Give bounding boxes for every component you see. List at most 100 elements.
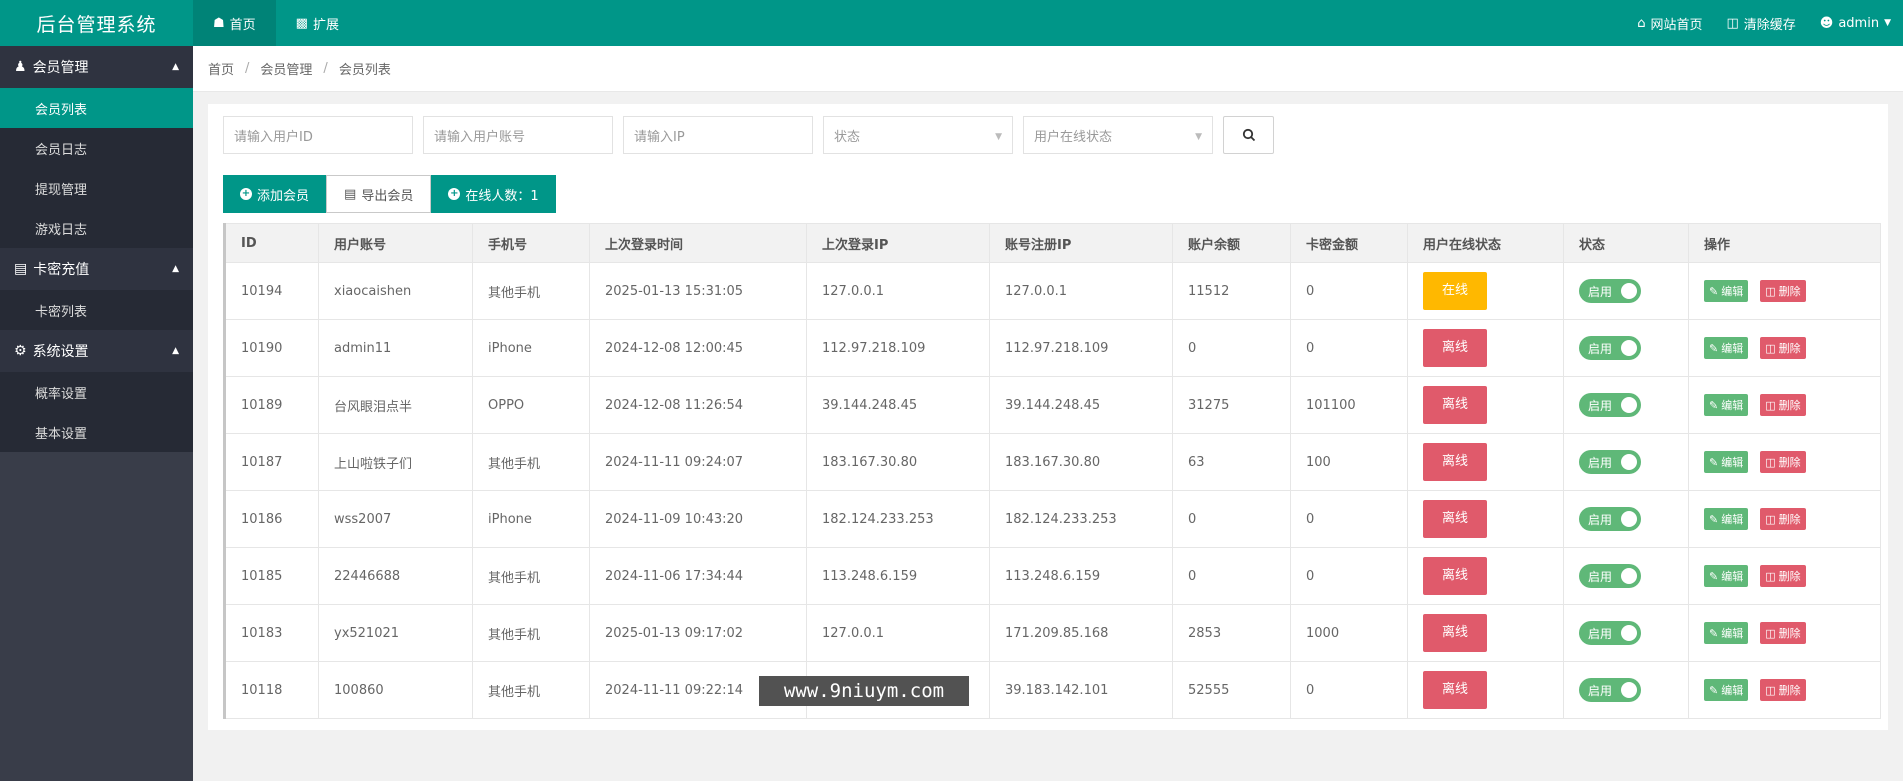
search-button[interactable] xyxy=(1223,116,1274,154)
edit-button[interactable]: ✎ 编辑 xyxy=(1704,622,1749,644)
cell-online-status: 离线 xyxy=(1407,433,1564,491)
account-input[interactable]: 请输入用户账号 xyxy=(423,116,613,154)
delete-label: 删除 xyxy=(1778,570,1801,583)
col-online-status[interactable]: 用户在线状态 xyxy=(1407,223,1564,263)
cell-last-login: 2025-01-13 15:31:05 xyxy=(589,262,807,320)
col-status[interactable]: 状态 xyxy=(1563,223,1689,263)
delete-button[interactable]: ◫ 删除 xyxy=(1760,337,1806,359)
delete-button[interactable]: ◫ 删除 xyxy=(1760,451,1806,473)
top-nav-extend[interactable]: ▩ 扩展 xyxy=(276,0,359,46)
edit-button[interactable]: ✎ 编辑 xyxy=(1704,394,1749,416)
online-status-button[interactable]: 离线 xyxy=(1423,557,1487,595)
user-id-input[interactable]: 请输入用户ID xyxy=(223,116,413,154)
cell-account: 100860 xyxy=(318,661,473,719)
sidebar-item-member-list[interactable]: 会员列表 xyxy=(0,88,193,128)
enable-toggle[interactable]: 启用 xyxy=(1579,621,1641,645)
sidebar-group-members[interactable]: ♟ 会员管理 ▲ xyxy=(0,46,193,88)
export-member-button[interactable]: ▤ 导出会员 xyxy=(326,175,432,213)
add-member-button[interactable]: + 添加会员 xyxy=(223,175,327,213)
cell-last-login: 2024-12-08 11:26:54 xyxy=(589,376,807,434)
delete-button[interactable]: ◫ 删除 xyxy=(1760,679,1806,701)
delete-button[interactable]: ◫ 删除 xyxy=(1760,508,1806,530)
enable-toggle[interactable]: 启用 xyxy=(1579,393,1641,417)
delete-button[interactable]: ◫ 删除 xyxy=(1760,280,1806,302)
delete-button[interactable]: ◫ 删除 xyxy=(1760,622,1806,644)
enable-toggle[interactable]: 启用 xyxy=(1579,336,1641,360)
enable-toggle[interactable]: 启用 xyxy=(1579,507,1641,531)
sidebar-item-probability[interactable]: 概率设置 xyxy=(0,372,193,412)
sidebar: ♟ 会员管理 ▲ 会员列表 会员日志 提现管理 游戏日志 ▤ 卡密充值 ▲ 卡密… xyxy=(0,46,193,781)
home-icon: ⌂ xyxy=(1637,15,1646,31)
col-balance[interactable]: 账户余额 xyxy=(1172,223,1291,263)
edit-button[interactable]: ✎ 编辑 xyxy=(1704,508,1749,530)
table-header-row: ID 用户账号 手机号 上次登录时间 上次登录IP 账号注册IP 账户余额 卡密… xyxy=(223,223,1881,263)
toggle-knob xyxy=(1621,454,1637,470)
sidebar-group-label: 卡密充值 xyxy=(33,262,90,278)
enable-toggle[interactable]: 启用 xyxy=(1579,279,1641,303)
cell-account: wss2007 xyxy=(318,490,473,548)
online-status-button[interactable]: 离线 xyxy=(1423,386,1487,424)
edit-label: 编辑 xyxy=(1721,285,1744,298)
top-nav-home[interactable]: ☗ 首页 xyxy=(193,0,276,46)
cell-last-ip: 127.0.0.1 xyxy=(806,604,990,662)
table-row: 10190 admin11 iPhone 2024-12-08 12:00:45 112… xyxy=(223,319,1881,377)
col-phone[interactable]: 手机号 xyxy=(472,223,590,263)
cell-balance: 63 xyxy=(1172,433,1291,491)
edit-label: 编辑 xyxy=(1721,627,1744,640)
enable-toggle[interactable]: 启用 xyxy=(1579,450,1641,474)
sidebar-item-game-log[interactable]: 游戏日志 xyxy=(0,208,193,248)
online-status-button[interactable]: 离线 xyxy=(1423,671,1487,709)
member-table: ID 用户账号 手机号 上次登录时间 上次登录IP 账号注册IP 账户余额 卡密… xyxy=(223,223,1881,719)
site-home-link[interactable]: ⌂ 网站首页 xyxy=(1625,0,1714,46)
sidebar-item-basic-settings[interactable]: 基本设置 xyxy=(0,412,193,452)
user-menu[interactable]: ☻ admin ▼ xyxy=(1808,0,1903,46)
trash-icon: ◫ xyxy=(1765,455,1776,469)
online-status-button[interactable]: 在线 xyxy=(1423,272,1487,310)
top-bar: 后台管理系统 ☗ 首页 ▩ 扩展 ⌂ 网站首页 ◫ 清除缓存 ☻ admin ▼ xyxy=(0,0,1903,46)
col-card-amount[interactable]: 卡密金额 xyxy=(1290,223,1408,263)
row-actions: ✎ 编辑 ◫ 删除 xyxy=(1704,679,1865,701)
delete-button[interactable]: ◫ 删除 xyxy=(1760,565,1806,587)
cell-card-amount: 0 xyxy=(1290,262,1408,320)
online-status-button[interactable]: 离线 xyxy=(1423,614,1487,652)
sidebar-item-card-list[interactable]: 卡密列表 xyxy=(0,290,193,330)
cell-last-ip: 127.0.0.1 xyxy=(806,262,990,320)
sidebar-item-member-log[interactable]: 会员日志 xyxy=(0,128,193,168)
enable-toggle[interactable]: 启用 xyxy=(1579,678,1641,702)
col-account[interactable]: 用户账号 xyxy=(318,223,473,263)
ip-input[interactable]: 请输入IP xyxy=(623,116,813,154)
cell-reg-ip: 127.0.0.1 xyxy=(989,262,1173,320)
edit-label: 编辑 xyxy=(1721,456,1744,469)
breadcrumb-home[interactable]: 首页 xyxy=(208,59,234,78)
filter-bar: 请输入用户ID 请输入用户账号 请输入IP 状态 ▼ 用户在线状态 ▼ xyxy=(223,116,1274,154)
sidebar-group-cards[interactable]: ▤ 卡密充值 ▲ xyxy=(0,248,193,290)
online-count-button[interactable]: + 在线人数：1 xyxy=(431,175,556,213)
col-operations: 操作 xyxy=(1688,223,1881,263)
sidebar-item-withdraw[interactable]: 提现管理 xyxy=(0,168,193,208)
online-status-select[interactable]: 用户在线状态 ▼ xyxy=(1023,116,1213,154)
breadcrumb-members[interactable]: 会员管理 xyxy=(260,59,312,78)
col-last-ip[interactable]: 上次登录IP xyxy=(806,223,990,263)
clear-cache-label: 清除缓存 xyxy=(1743,17,1796,33)
edit-button[interactable]: ✎ 编辑 xyxy=(1704,337,1749,359)
sidebar-group-settings[interactable]: ⚙ 系统设置 ▲ xyxy=(0,330,193,372)
clear-cache-link[interactable]: ◫ 清除缓存 xyxy=(1714,0,1807,46)
col-last-login[interactable]: 上次登录时间 xyxy=(589,223,807,263)
online-status-button[interactable]: 离线 xyxy=(1423,500,1487,538)
edit-button[interactable]: ✎ 编辑 xyxy=(1704,565,1749,587)
edit-button[interactable]: ✎ 编辑 xyxy=(1704,679,1749,701)
edit-button[interactable]: ✎ 编辑 xyxy=(1704,451,1749,473)
edit-button[interactable]: ✎ 编辑 xyxy=(1704,280,1749,302)
delete-label: 删除 xyxy=(1778,456,1801,469)
enable-toggle-label: 启用 xyxy=(1588,341,1613,356)
delete-button[interactable]: ◫ 删除 xyxy=(1760,394,1806,416)
cell-account: 22446688 xyxy=(318,547,473,605)
cell-status: 启用 xyxy=(1563,433,1689,491)
enable-toggle[interactable]: 启用 xyxy=(1579,564,1641,588)
status-select[interactable]: 状态 ▼ xyxy=(823,116,1013,154)
trash-icon: ◫ xyxy=(1765,683,1776,697)
online-status-button[interactable]: 离线 xyxy=(1423,443,1487,481)
col-id[interactable]: ID xyxy=(223,223,319,263)
online-status-button[interactable]: 离线 xyxy=(1423,329,1487,367)
col-reg-ip[interactable]: 账号注册IP xyxy=(989,223,1173,263)
